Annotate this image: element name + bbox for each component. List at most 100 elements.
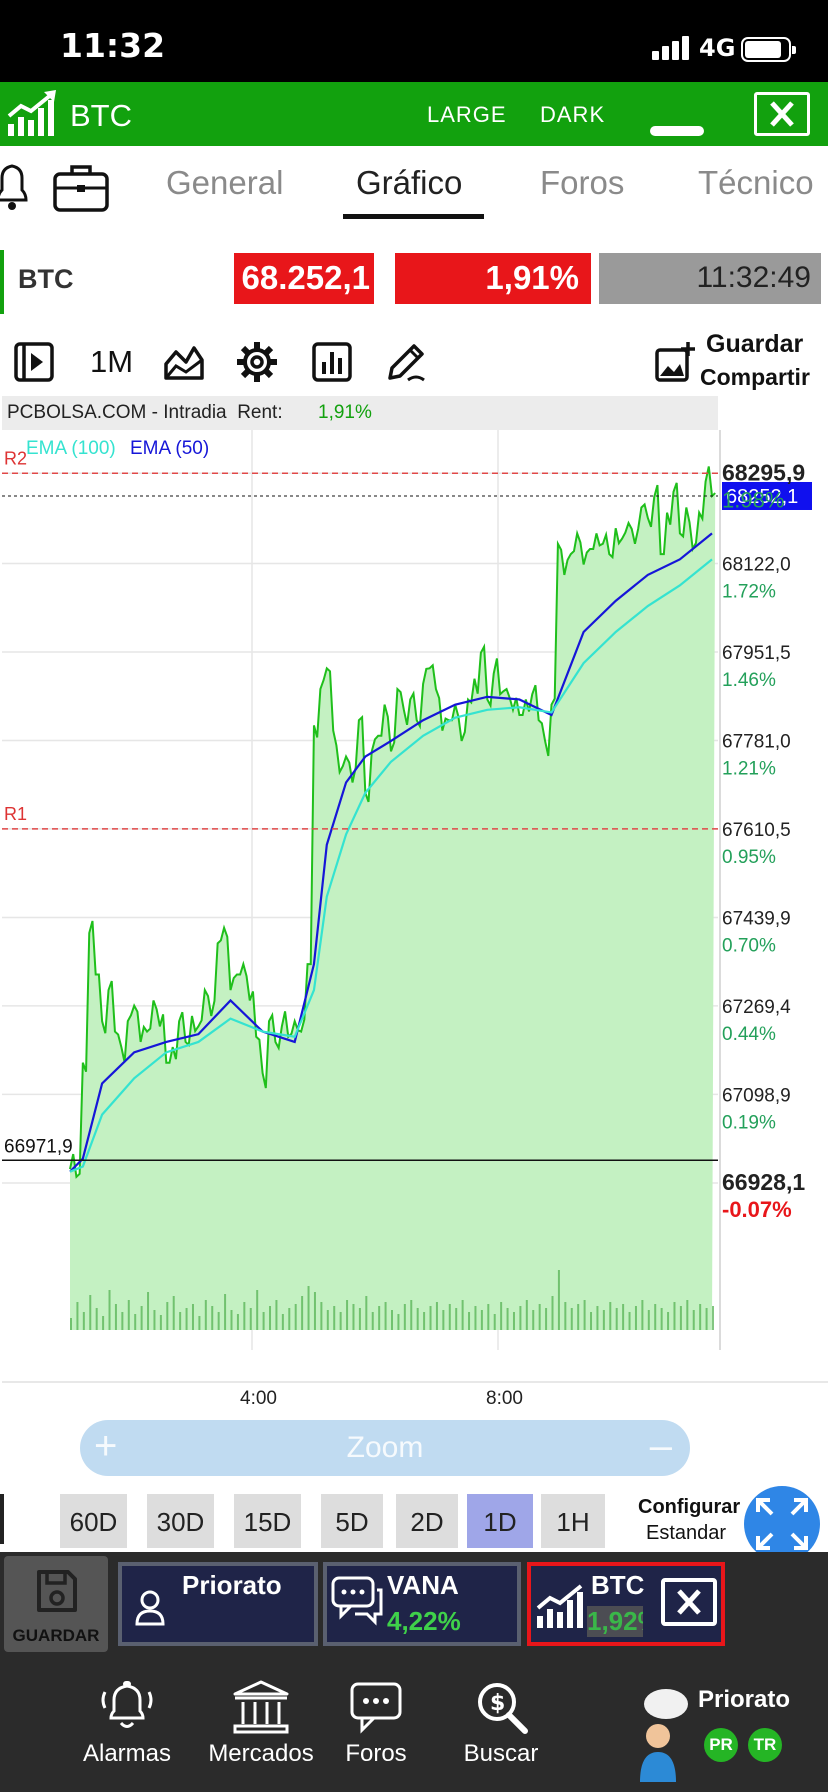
zoom-in-icon[interactable]: +: [94, 1424, 117, 1469]
legend-ema-100: EMA (100): [26, 438, 116, 459]
range-30d-button[interactable]: 30D: [147, 1494, 214, 1548]
tab-foros[interactable]: Foros: [540, 164, 624, 202]
volume-bar: [474, 1306, 477, 1330]
user-badge-tr[interactable]: TR: [748, 1728, 782, 1762]
tab-grafico[interactable]: Gráfico: [356, 164, 462, 202]
tab-general[interactable]: General: [166, 164, 283, 202]
range-1h-button[interactable]: 1H: [541, 1494, 605, 1548]
range-5d-button[interactable]: 5D: [321, 1494, 383, 1548]
volume-bar: [397, 1314, 400, 1330]
gear-icon[interactable]: [235, 340, 279, 384]
quote-symbol: BTC: [18, 264, 74, 294]
remove-watch-button[interactable]: [661, 1578, 717, 1626]
volume-bar: [134, 1314, 137, 1330]
volume-bar: [121, 1312, 124, 1330]
status-bar: 11:32 4G: [0, 0, 828, 82]
signal-icon: [652, 36, 692, 60]
volume-bar: [622, 1304, 625, 1330]
y-tick-pct: 0.70%: [722, 935, 776, 956]
zoom-slider[interactable]: + Zoom –: [80, 1420, 690, 1476]
chart-type-icon[interactable]: [162, 340, 206, 384]
volume-bar: [500, 1302, 503, 1330]
floppy-disk-icon: [37, 1570, 77, 1612]
briefcase-icon[interactable]: [52, 162, 110, 214]
save-watchlist-label: GUARDAR: [12, 1626, 100, 1645]
save-watchlist-button[interactable]: GUARDAR: [4, 1556, 108, 1652]
volume-bar: [538, 1304, 541, 1330]
volume-bar: [583, 1300, 586, 1330]
period-selector[interactable]: 1M: [90, 344, 133, 380]
x-tick-label: 8:00: [486, 1388, 523, 1409]
zoom-out-icon[interactable]: –: [650, 1424, 672, 1469]
volume-bar: [217, 1312, 220, 1330]
volume-bar: [153, 1310, 156, 1330]
volume-bar: [294, 1304, 297, 1330]
volume-bar: [89, 1295, 92, 1330]
bell-icon[interactable]: [0, 160, 34, 214]
nav-mercados[interactable]: Mercados: [196, 1656, 326, 1792]
save-image-icon[interactable]: [654, 340, 696, 384]
user-badge-pr[interactable]: PR: [704, 1728, 738, 1762]
legend-ema-50: EMA (50): [130, 438, 209, 459]
range-2d-button[interactable]: 2D: [396, 1494, 458, 1548]
range-1d-button[interactable]: 1D: [467, 1494, 533, 1548]
tab-tecnico[interactable]: Técnico: [698, 164, 814, 202]
volume-bar: [313, 1292, 316, 1330]
app-screen: 11:32 4G BTC LARGE DARK General Gráfico …: [0, 0, 828, 1792]
watch-tab-name: VANA: [387, 1570, 459, 1600]
quote-row: BTC 68.252,1 1,91% 11:32:49: [0, 240, 828, 320]
volume-bar: [647, 1310, 650, 1330]
volume-bar: [301, 1296, 304, 1330]
volume-bar: [596, 1306, 599, 1330]
chart-canvas[interactable]: R2R166971,968252,168295,91.98%68122,01.7…: [0, 430, 828, 1454]
close-button[interactable]: [754, 92, 810, 136]
price-chart[interactable]: R2 R1 66971,9 68252,1 68295,9 1.98% 68122,0 1.7…: [0, 430, 828, 1454]
y-tick-label: 67269,4: [722, 997, 791, 1018]
volume-bar: [288, 1308, 291, 1330]
large-button[interactable]: LARGE: [427, 102, 507, 128]
volume-bar: [416, 1308, 419, 1330]
watch-tab-name: Priorato: [182, 1570, 282, 1600]
chart-source-name: PCBOLSA.COM - Intradia: [7, 402, 227, 423]
range-15d-button[interactable]: 15D: [234, 1494, 301, 1548]
save-chart-button[interactable]: Guardar: [706, 330, 803, 359]
user-profile[interactable]: Priorato PR TR: [636, 1686, 816, 1786]
y-tick-label: 67781,0: [722, 731, 791, 752]
fullscreen-button[interactable]: [744, 1486, 820, 1562]
watch-tab-priorato[interactable]: Priorato: [118, 1562, 318, 1646]
nav-buscar[interactable]: $ Buscar: [436, 1656, 566, 1792]
nav-foros[interactable]: Foros: [311, 1656, 441, 1792]
chat-bubbles-icon: [331, 1576, 383, 1626]
volume-bar: [159, 1315, 162, 1330]
expand-icon: [756, 1498, 808, 1550]
play-panel-icon[interactable]: [12, 340, 56, 384]
quote-change: 1,91%: [395, 253, 591, 304]
volume-bar: [699, 1304, 702, 1330]
y-tick-pct: 0.95%: [722, 847, 776, 868]
volume-bar: [236, 1314, 239, 1330]
range-60d-button[interactable]: 60D: [60, 1494, 127, 1548]
volume-bar: [82, 1312, 85, 1330]
volume-bar: [262, 1312, 265, 1330]
volume-bar: [686, 1300, 689, 1330]
share-chart-button[interactable]: Compartir: [700, 364, 810, 391]
watch-tab-vana[interactable]: VANA 4,22%: [323, 1562, 521, 1646]
volume-bar: [654, 1304, 657, 1330]
drawing-pen-icon[interactable]: [384, 340, 428, 384]
minimize-icon[interactable]: [650, 126, 704, 136]
y-tick-label: 68122,0: [722, 555, 791, 576]
chart-logo-icon: [7, 90, 56, 136]
y-tick-pct: 1.46%: [722, 670, 776, 691]
nav-alarmas[interactable]: Alarmas: [62, 1656, 192, 1792]
volume-bar: [172, 1296, 175, 1330]
volume-bar: [634, 1306, 637, 1330]
volume-bar: [403, 1304, 406, 1330]
indicators-icon[interactable]: [310, 340, 354, 384]
nav-label: Alarmas: [82, 1740, 172, 1767]
volume-bar: [378, 1306, 381, 1330]
bottom-navigation: Alarmas Mercados Foros $ Buscar Priorato…: [0, 1656, 828, 1792]
dark-button[interactable]: DARK: [540, 102, 605, 128]
watch-tab-btc[interactable]: BTC 1,92%: [527, 1562, 725, 1646]
tab-bar: General Gráfico Foros Técnico: [0, 146, 828, 228]
configure-button[interactable]: Configurar: [638, 1496, 740, 1519]
